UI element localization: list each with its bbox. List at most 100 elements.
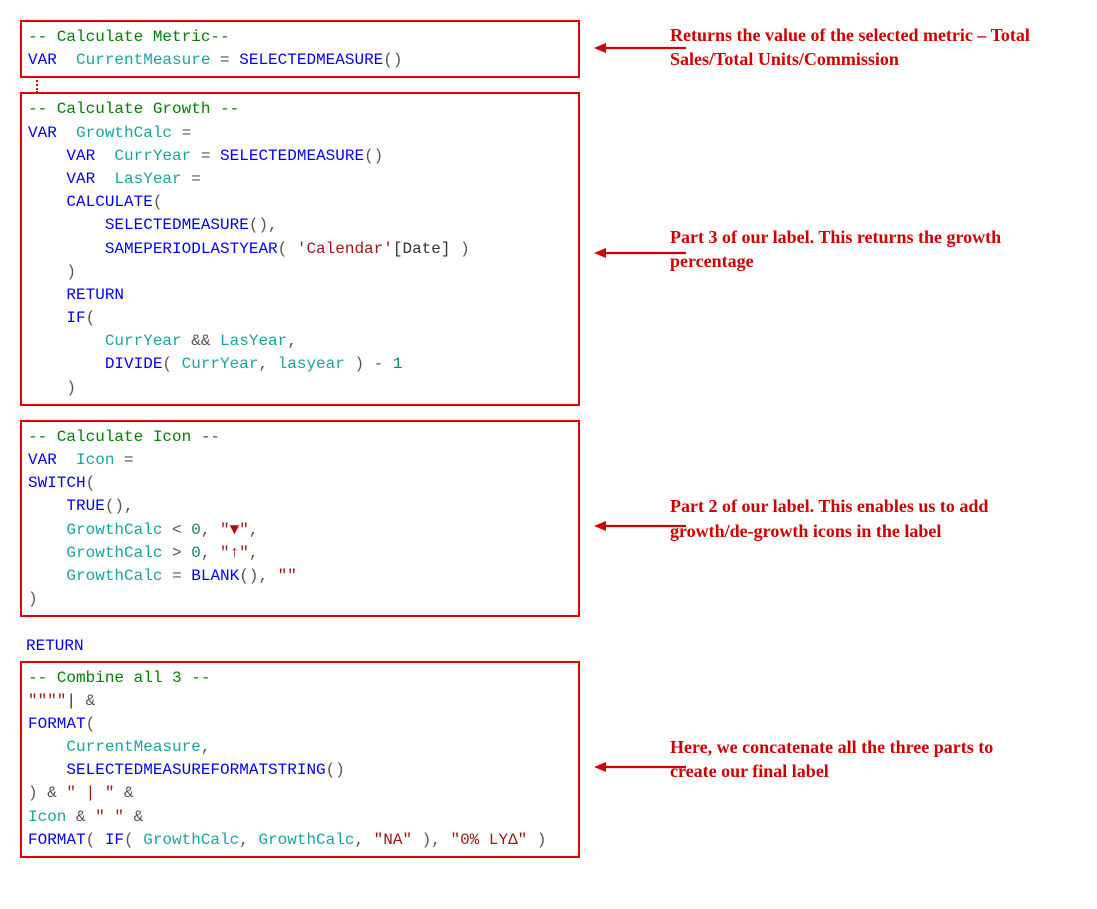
paren: ( — [278, 240, 297, 258]
str: "" — [278, 567, 297, 585]
amp: & — [124, 808, 143, 826]
str: "↑" — [220, 544, 249, 562]
num: 0 — [191, 544, 201, 562]
op: > — [162, 544, 191, 562]
kw: VAR — [28, 451, 57, 469]
eq: = — [172, 124, 191, 142]
fn: CALCULATE — [28, 193, 153, 211]
row-block-2: -- Calculate Growth -- VAR GrowthCalc = … — [20, 92, 1077, 405]
paren: () — [249, 216, 268, 234]
op: = — [162, 567, 191, 585]
num: 1 — [393, 355, 403, 373]
col-ref: [Date] — [393, 240, 451, 258]
kw: VAR — [28, 170, 95, 188]
comma: , — [258, 355, 277, 373]
var: GrowthCalc — [143, 831, 239, 849]
annotation-3: Part 2 of our label. This enables us to … — [670, 494, 1030, 543]
var: GrowthCalc — [28, 521, 162, 539]
var: Icon — [28, 808, 66, 826]
paren: () — [105, 497, 124, 515]
paren: ( — [86, 309, 96, 327]
kw: RETURN — [26, 637, 84, 655]
paren: ( — [153, 193, 163, 211]
comment: -- Calculate Icon -- — [28, 428, 220, 446]
paren: ( — [86, 831, 105, 849]
amp: & — [114, 784, 133, 802]
code-block-2: -- Calculate Growth -- VAR GrowthCalc = … — [20, 92, 580, 405]
fn: SELECTEDMEASURE — [239, 51, 383, 69]
comma: , — [201, 544, 220, 562]
str: 'Calendar' — [297, 240, 393, 258]
comma: , — [431, 831, 450, 849]
comma: , — [249, 521, 259, 539]
paren: ) — [28, 784, 38, 802]
comma: , — [201, 738, 211, 756]
code-block-4: -- Combine all 3 -- """"| & FORMAT( Curr… — [20, 661, 580, 859]
str: """" — [28, 692, 66, 710]
paren: ) — [28, 263, 76, 281]
kw: RETURN — [28, 286, 124, 304]
row-block-3: -- Calculate Icon -- VAR Icon = SWITCH( … — [20, 420, 1077, 618]
paren: ( — [162, 355, 181, 373]
kw: VAR — [28, 147, 95, 165]
code-block-1: -- Calculate Metric-- VAR CurrentMeasure… — [20, 20, 580, 78]
var: CurrentMeasure — [28, 738, 201, 756]
var-name: CurrentMeasure — [57, 51, 211, 69]
paren: ) — [450, 240, 469, 258]
paren: () — [326, 761, 345, 779]
fn: BLANK — [191, 567, 239, 585]
op: && — [182, 332, 220, 350]
amp: & — [38, 784, 67, 802]
eq: = — [210, 51, 239, 69]
var: LasYear — [220, 332, 287, 350]
kw: IF — [105, 831, 124, 849]
fn: TRUE — [28, 497, 105, 515]
paren: ( — [124, 831, 143, 849]
kw: IF — [28, 309, 86, 327]
annotation-1: Returns the value of the selected metric… — [670, 23, 1030, 72]
var: GrowthCalc — [28, 567, 162, 585]
str: " " — [95, 808, 124, 826]
fn: SELECTEDMEASURE — [28, 216, 249, 234]
comma: , — [268, 216, 278, 234]
comma: , — [201, 521, 220, 539]
op: - — [364, 355, 393, 373]
comma: , — [354, 831, 373, 849]
str: "NA" — [374, 831, 412, 849]
paren: ) — [28, 590, 38, 608]
annotation-4: Here, we concatenate all the three parts… — [670, 735, 1030, 784]
str: " | " — [66, 784, 114, 802]
paren: () — [239, 567, 258, 585]
var: CurrYear — [182, 355, 259, 373]
comma: , — [249, 544, 259, 562]
comment: -- Calculate Growth -- — [28, 100, 239, 118]
amp: & — [66, 808, 95, 826]
paren: ( — [86, 474, 96, 492]
var: GrowthCalc — [28, 544, 162, 562]
comma: , — [258, 567, 277, 585]
fn: SELECTEDMEASUREFORMATSTRING — [28, 761, 326, 779]
comment: -- Calculate Metric-- — [28, 28, 230, 46]
fn: FORMAT — [28, 715, 86, 733]
code-block-3: -- Calculate Icon -- VAR Icon = SWITCH( … — [20, 420, 580, 618]
eq: = — [114, 451, 133, 469]
down-triangle-icon: ▼ — [230, 521, 240, 539]
fn: DIVIDE — [28, 355, 162, 373]
row-block-1: -- Calculate Metric-- VAR CurrentMeasure… — [20, 20, 1077, 78]
paren: ( — [86, 715, 96, 733]
paren: () — [364, 147, 383, 165]
fn: FORMAT — [28, 831, 86, 849]
fn: SAMEPERIODLASTYEAR — [28, 240, 278, 258]
kw: VAR — [28, 124, 57, 142]
paren: ) — [412, 831, 431, 849]
paren: ) — [527, 831, 546, 849]
op: < — [162, 521, 191, 539]
var: lasyear — [278, 355, 345, 373]
comma: , — [287, 332, 297, 350]
eq: = — [182, 170, 201, 188]
var: CurrYear — [28, 332, 182, 350]
num: 0 — [191, 521, 201, 539]
var-name: LasYear — [95, 170, 181, 188]
var-name: Icon — [57, 451, 115, 469]
var: GrowthCalc — [258, 831, 354, 849]
